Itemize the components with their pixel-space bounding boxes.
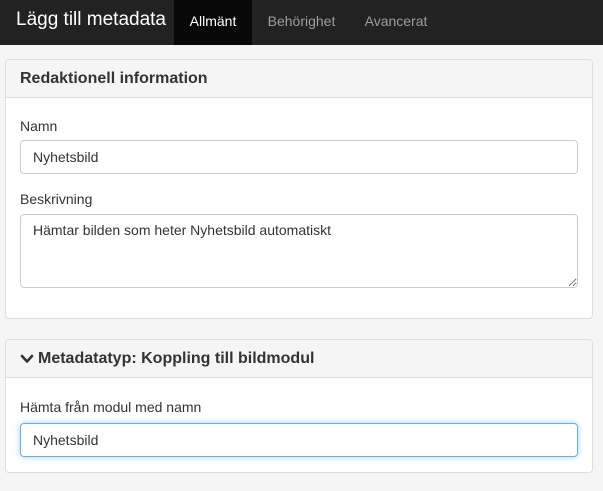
tab-advanced[interactable]: Avancerat: [351, 0, 441, 45]
description-textarea[interactable]: Hämtar bilden som heter Nyhetsbild autom…: [20, 214, 578, 288]
name-label: Namn: [20, 118, 58, 134]
name-input[interactable]: Nyhetsbild: [20, 140, 578, 174]
top-navbar: Lägg till metadata Allmänt Behörighet Av…: [0, 0, 603, 45]
chevron-down-icon: [20, 354, 34, 363]
page-title: Lägg till metadata: [16, 9, 166, 30]
module-name-label: Hämta från modul med namn: [20, 399, 202, 415]
metadata-type-panel: Metadatatyp: Koppling till bildmodul Häm…: [5, 339, 593, 473]
tab-permissions[interactable]: Behörighet: [254, 0, 349, 45]
description-label: Beskrivning: [20, 191, 93, 207]
module-name-input[interactable]: Nyhetsbild: [20, 423, 578, 457]
editorial-info-panel: Redaktionell information Namn Nyhetsbild…: [5, 59, 593, 319]
tab-general[interactable]: Allmänt: [174, 0, 252, 45]
editorial-info-title: Redaktionell information: [20, 69, 208, 87]
metadata-type-title: Metadatatyp: Koppling till bildmodul: [38, 349, 315, 367]
editorial-info-heading: Redaktionell information: [6, 60, 592, 98]
metadata-type-heading[interactable]: Metadatatyp: Koppling till bildmodul: [6, 340, 592, 378]
